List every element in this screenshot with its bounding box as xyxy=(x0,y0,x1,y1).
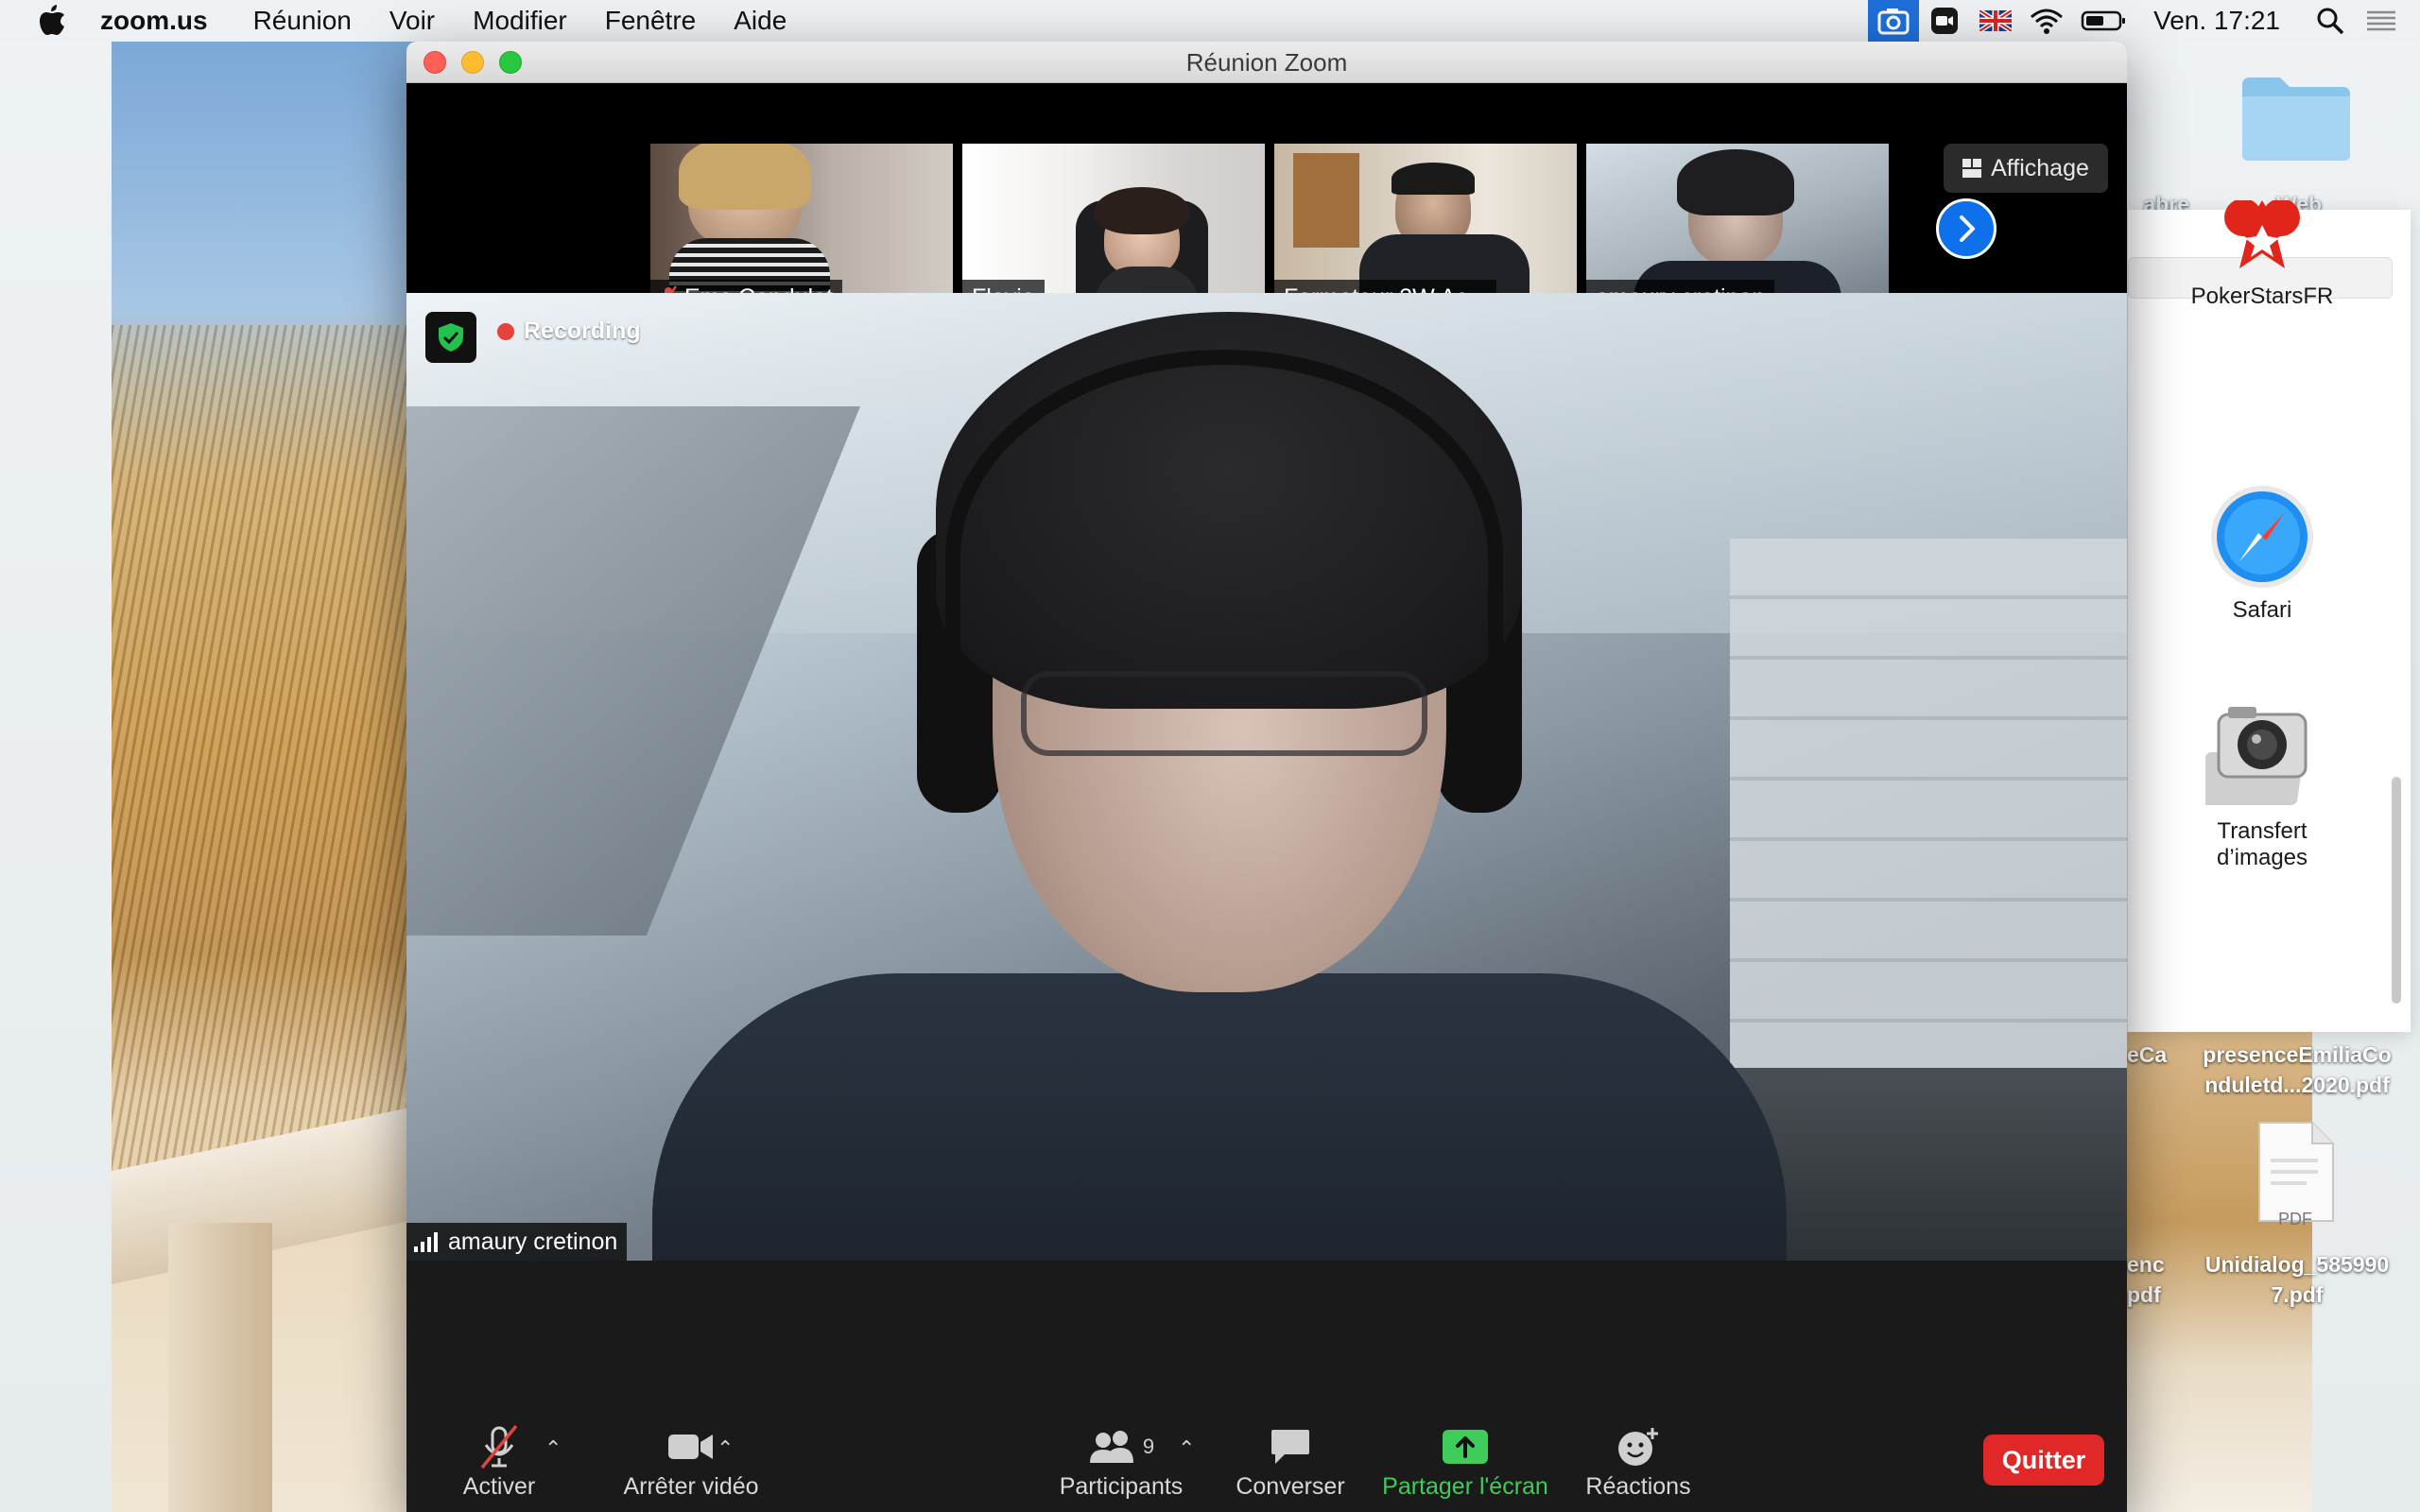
main-video[interactable]: Recording amaury cretinon xyxy=(406,293,2127,1261)
unmute-label: Activer xyxy=(462,1473,536,1500)
file-name-line2: nduletd...2020.pdf xyxy=(2204,1073,2390,1097)
share-screen-label: Partager l'écran xyxy=(1382,1473,1548,1500)
chat-bubble-icon xyxy=(1271,1430,1309,1464)
pdf-badge: PDF xyxy=(2278,1210,2312,1228)
menu-reunion[interactable]: Réunion xyxy=(253,6,352,36)
menu-modifier[interactable]: Modifier xyxy=(473,6,567,36)
camera-icon xyxy=(2205,707,2308,805)
view-button-label: Affichage xyxy=(1991,154,2089,181)
app-label-line1: Transfert xyxy=(2217,818,2308,844)
app-image-capture[interactable]: Transfert d’images xyxy=(2158,701,2366,871)
participant-strip: Ems Condulet Flavia Formateur 3W Ac... xyxy=(406,83,2127,316)
wallpaper-left xyxy=(112,42,424,1512)
file-name-line1: presenceEmiliaCo xyxy=(2203,1042,2392,1067)
zoom-meeting-window: Réunion Zoom Ems Condulet Flavia xyxy=(406,42,2127,1512)
participant-tile[interactable]: Ems Condulet xyxy=(650,144,953,316)
reactions-label: Réactions xyxy=(1585,1473,1691,1500)
next-page-button[interactable] xyxy=(1936,198,1996,259)
safari-icon xyxy=(2211,486,2313,588)
muted-microphone-icon xyxy=(480,1424,518,1469)
screenshot-tool-icon[interactable] xyxy=(1868,0,1920,42)
status-area: Ven. 17:21 xyxy=(1868,0,2420,42)
recording-indicator[interactable]: Recording xyxy=(497,318,641,345)
unmute-button[interactable]: Activer xyxy=(452,1410,546,1512)
window-title: Réunion Zoom xyxy=(1185,48,1348,77)
app-label: Safari xyxy=(2232,597,2292,623)
video-options-caret-icon[interactable]: ⌃ xyxy=(717,1436,734,1461)
menu-bar: zoom.us Réunion Voir Modifier Fenêtre Ai… xyxy=(0,0,2420,42)
notification-center-icon[interactable] xyxy=(2356,0,2407,42)
apple-menu-icon[interactable] xyxy=(38,5,66,37)
share-screen-button[interactable]: Partager l'écran xyxy=(1371,1410,1560,1512)
app-pokerstars[interactable]: PokerStarsFR xyxy=(2158,200,2366,310)
security-shield-button[interactable] xyxy=(425,312,476,363)
menu-voir[interactable]: Voir xyxy=(389,6,435,36)
meeting-toolbar: Activer ⌃ Arrêter vidéo ⌃ 9 Participants… xyxy=(406,1410,2127,1512)
stop-video-button[interactable]: Arrêter vidéo xyxy=(592,1410,790,1512)
desktop-file-unidialog[interactable]: Unidialog_585990 7.pdf xyxy=(2184,1249,2411,1310)
desktop-file-presence[interactable]: presenceEmiliaCo nduletd...2020.pdf xyxy=(2184,1040,2411,1100)
participants-icon xyxy=(1089,1431,1133,1463)
video-camera-icon xyxy=(668,1435,713,1459)
reaction-emoji-icon xyxy=(1618,1428,1658,1466)
app-label: PokerStarsFR xyxy=(2190,284,2334,309)
participant-tile[interactable]: Formateur 3W Ac... xyxy=(1274,144,1577,316)
chat-button[interactable]: Converser xyxy=(1219,1410,1361,1512)
app-label-line2: d’images xyxy=(2216,845,2308,870)
participants-button[interactable]: 9 Participants xyxy=(1046,1410,1197,1512)
desktop-file-partial-eca[interactable]: eCa xyxy=(2127,1040,2174,1070)
finder-window[interactable]: PokerStarsFR Safari Transfert d’images xyxy=(2127,200,2411,1032)
participant-tile-active[interactable]: amaury cretinon xyxy=(1586,144,1889,316)
desktop-file-partial-enc[interactable]: enc pdf xyxy=(2127,1249,2174,1310)
menu-fenetre[interactable]: Fenêtre xyxy=(605,6,697,36)
menu-app-name[interactable]: zoom.us xyxy=(100,6,208,36)
view-button[interactable]: Affichage xyxy=(1944,144,2108,193)
folder-icon[interactable] xyxy=(2238,72,2354,163)
finder-scrollbar[interactable] xyxy=(2392,777,2401,1004)
spotlight-search-icon[interactable] xyxy=(2305,0,2356,42)
window-close-button[interactable] xyxy=(424,50,446,74)
signal-strength-icon xyxy=(414,1232,438,1252)
file-name-line2: 7.pdf xyxy=(2271,1282,2324,1307)
uk-flag-icon[interactable] xyxy=(1970,0,2021,42)
active-speaker-label: amaury cretinon xyxy=(406,1223,628,1261)
share-screen-icon xyxy=(1443,1430,1488,1464)
grid-view-icon xyxy=(1962,159,1982,178)
participants-label: Participants xyxy=(1059,1473,1184,1500)
participants-count: 9 xyxy=(1142,1435,1155,1458)
battery-icon[interactable] xyxy=(2072,0,2135,42)
zoom-status-icon[interactable] xyxy=(1919,0,1970,42)
chevron-right-icon xyxy=(1960,215,1975,242)
shield-icon xyxy=(439,323,463,352)
stop-video-label: Arrêter vidéo xyxy=(623,1473,759,1500)
participants-options-caret-icon[interactable]: ⌃ xyxy=(1178,1436,1195,1461)
app-safari[interactable]: Safari xyxy=(2158,484,2366,624)
wifi-icon[interactable] xyxy=(2021,0,2072,42)
chat-label: Converser xyxy=(1236,1473,1345,1500)
window-minimize-button[interactable] xyxy=(461,50,484,74)
menubar-clock[interactable]: Ven. 17:21 xyxy=(2153,6,2280,36)
file-name-line2: pdf xyxy=(2127,1282,2161,1307)
pokerstars-icon xyxy=(2224,200,2300,268)
audio-options-caret-icon[interactable]: ⌃ xyxy=(544,1436,562,1461)
reactions-button[interactable]: Réactions xyxy=(1567,1410,1709,1512)
participant-tile[interactable]: Flavia xyxy=(962,144,1265,316)
recording-dot-icon xyxy=(497,322,514,340)
active-speaker-name: amaury cretinon xyxy=(448,1228,618,1255)
recording-label: Recording xyxy=(524,318,641,344)
file-name-line1: enc xyxy=(2127,1252,2165,1277)
window-titlebar[interactable]: Réunion Zoom xyxy=(406,42,2127,83)
menu-aide[interactable]: Aide xyxy=(734,6,786,36)
window-maximize-button[interactable] xyxy=(499,50,522,74)
file-name-line1: Unidialog_585990 xyxy=(2204,1252,2390,1277)
leave-meeting-button[interactable]: Quitter xyxy=(1983,1435,2104,1486)
